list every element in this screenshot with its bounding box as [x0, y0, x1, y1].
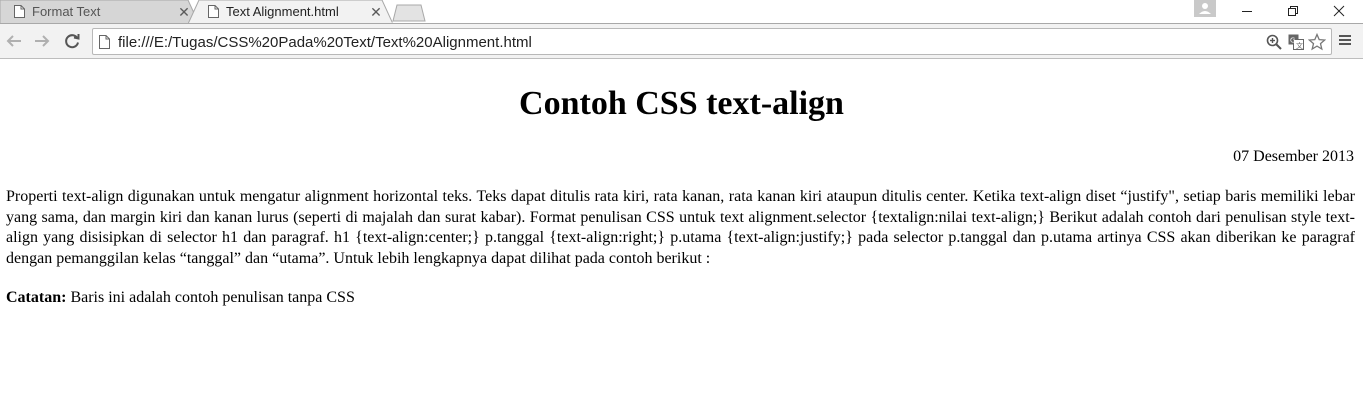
- minimize-button[interactable]: [1224, 0, 1270, 22]
- close-icon[interactable]: ✕: [369, 5, 383, 19]
- browser-toolbar: file:///E:/Tugas/CSS%20Pada%20Text/Text%…: [0, 24, 1363, 59]
- page-icon: [99, 35, 110, 49]
- page-icon: [208, 5, 219, 18]
- note-paragraph: Catatan: Baris ini adalah contoh penulis…: [6, 288, 355, 308]
- arrow-right-icon: [35, 35, 50, 47]
- date-text: 07 Desember 2013: [1233, 148, 1354, 165]
- page-viewport: Contoh CSS text-align 07 Desember 2013 P…: [0, 60, 1363, 399]
- new-tab-button[interactable]: [392, 4, 426, 22]
- page-icon: [14, 5, 25, 18]
- arrow-left-icon: [6, 35, 21, 47]
- profile-button[interactable]: [1194, 0, 1216, 17]
- tab-title: Text Alignment.html: [226, 4, 339, 19]
- forward-button[interactable]: [32, 31, 52, 51]
- translate-button[interactable]: G 文: [1287, 33, 1305, 51]
- note-text: Baris ini adalah contoh penulisan tanpa …: [66, 289, 355, 306]
- close-window-button[interactable]: [1316, 0, 1362, 22]
- page-title: Contoh CSS text-align: [519, 85, 844, 122]
- back-button[interactable]: [4, 31, 24, 51]
- reload-button[interactable]: [62, 31, 82, 51]
- svg-text:文: 文: [1296, 41, 1303, 50]
- zoom-button[interactable]: [1265, 33, 1283, 51]
- tab-text-alignment[interactable]: Text Alignment.html ✕: [188, 0, 394, 24]
- user-icon: [1199, 3, 1211, 14]
- zoom-icon: [1266, 34, 1282, 50]
- tab-title: Format Text: [32, 4, 101, 19]
- address-bar[interactable]: file:///E:/Tugas/CSS%20Pada%20Text/Text%…: [92, 28, 1332, 55]
- main-paragraph: Properti text-align digunakan untuk meng…: [6, 188, 1355, 267]
- svg-text:G: G: [1290, 37, 1295, 45]
- reload-icon: [65, 34, 80, 49]
- chrome-menu-button[interactable]: [1337, 32, 1355, 50]
- bookmark-button[interactable]: [1308, 33, 1326, 51]
- star-icon: [1308, 33, 1326, 51]
- url-text[interactable]: file:///E:/Tugas/CSS%20Pada%20Text/Text%…: [118, 34, 532, 51]
- note-label: Catatan:: [6, 289, 67, 306]
- translate-icon: G 文: [1288, 34, 1304, 50]
- tab-strip: Format Text ✕ Text Alignment.html ✕: [0, 0, 1363, 24]
- tab-format-text[interactable]: Format Text ✕: [0, 0, 200, 24]
- restore-icon: [1288, 6, 1298, 16]
- minimize-icon: [1242, 11, 1252, 12]
- close-icon: [1333, 5, 1345, 17]
- hamburger-menu-icon: [1339, 35, 1351, 45]
- restore-button[interactable]: [1270, 0, 1316, 22]
